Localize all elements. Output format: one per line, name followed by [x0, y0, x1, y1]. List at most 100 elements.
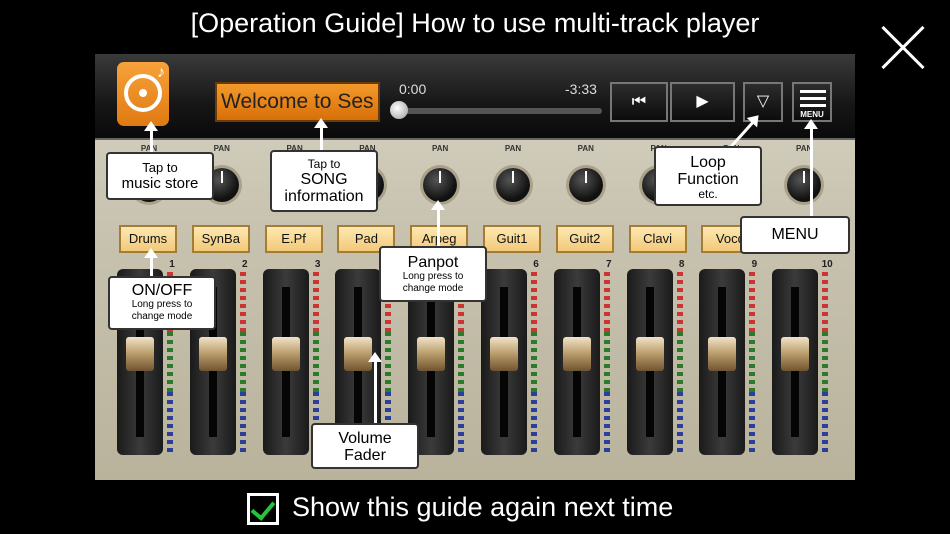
- pan-label: PAN: [577, 144, 594, 153]
- level-meter: [749, 332, 756, 392]
- level-meter: [749, 392, 756, 452]
- callout-text: change mode: [402, 283, 464, 294]
- pan-label: PAN: [432, 144, 449, 153]
- volume-fader[interactable]: [699, 269, 746, 455]
- fader-cap[interactable]: [417, 337, 446, 371]
- music-store-icon[interactable]: ♪: [117, 62, 169, 126]
- level-meter: [167, 332, 173, 392]
- seek-handle[interactable]: [390, 101, 408, 119]
- fader-cap[interactable]: [781, 337, 810, 371]
- level-meter: [603, 332, 610, 392]
- volume-fader[interactable]: [626, 269, 673, 455]
- level-meter: [312, 272, 319, 332]
- callout-text: Panpot: [407, 254, 459, 271]
- volume-fader[interactable]: [262, 269, 309, 455]
- level-meter: [749, 272, 756, 332]
- remaining-time: -3:33: [565, 81, 597, 97]
- seek-bar[interactable]: [397, 108, 602, 114]
- level-meter: [676, 392, 683, 452]
- menu-icon-bar: [800, 97, 826, 100]
- triangle-down-icon: ▽: [756, 93, 770, 110]
- skip-back-icon: ⏮: [631, 93, 647, 110]
- level-meter: [385, 332, 392, 392]
- panpot-knob[interactable]: [787, 168, 822, 202]
- callout-music-store: Tap to music store: [106, 152, 214, 200]
- menu-button[interactable]: MENU: [792, 82, 832, 122]
- callout-text: SONG: [300, 171, 348, 188]
- level-meter: [676, 332, 683, 392]
- level-meter: [822, 332, 829, 392]
- callout-text: Volume: [338, 430, 392, 447]
- rewind-button[interactable]: ⏮: [610, 82, 668, 122]
- play-button[interactable]: ▶: [670, 82, 735, 122]
- callout-volume-fader: Volume Fader: [311, 423, 419, 469]
- level-meter: [676, 272, 683, 332]
- fader-cap[interactable]: [271, 337, 300, 371]
- callout-loop-function: Loop Function etc.: [654, 146, 762, 206]
- arrow-icon: [144, 121, 158, 153]
- level-meter: [239, 392, 246, 452]
- level-meter: [531, 332, 537, 392]
- panpot-knob[interactable]: [568, 168, 603, 202]
- pan-label: PAN: [504, 144, 522, 153]
- menu-icon-bar: [800, 104, 826, 107]
- fader-cap[interactable]: [490, 337, 518, 371]
- callout-song-info: Tap to SONG information: [270, 150, 378, 212]
- callout-on-off: ON/OFF Long press to change mode: [108, 276, 216, 330]
- callout-text: information: [284, 188, 364, 205]
- fader-cap[interactable]: [635, 337, 664, 371]
- callout-text: music store: [121, 175, 199, 192]
- arrow-icon: [314, 118, 328, 151]
- pan-label: PAN: [796, 144, 813, 153]
- callout-text: Long press to: [131, 299, 193, 310]
- callout-text: MENU: [771, 226, 819, 243]
- arrow-icon: [804, 119, 818, 217]
- callout-text: Tap to: [307, 157, 341, 171]
- arrow-icon: [368, 352, 382, 424]
- callout-text: Tap to: [142, 160, 178, 175]
- fader-cap[interactable]: [562, 337, 591, 371]
- transport-bar: ♪ Welcome to Ses 0:00 -3:33 ⏮ ▶ ▽ MENU: [95, 54, 855, 140]
- level-meter: [822, 392, 829, 452]
- channel-onoff-button[interactable]: Clavi: [628, 225, 687, 253]
- show-guide-label[interactable]: Show this guide again next time: [292, 492, 673, 523]
- callout-text: Long press to: [402, 271, 464, 282]
- close-icon[interactable]: [880, 25, 926, 71]
- channel-onoff-button[interactable]: Guit1: [483, 225, 541, 253]
- level-meter: [239, 272, 246, 332]
- callout-text: etc.: [698, 187, 718, 201]
- volume-fader[interactable]: [553, 269, 600, 455]
- level-meter: [531, 272, 537, 332]
- callout-panpot: Panpot Long press to change mode: [379, 246, 487, 302]
- arrow-icon: [144, 248, 158, 278]
- level-meter: [167, 392, 173, 452]
- fader-cap[interactable]: [708, 337, 737, 371]
- level-meter: [822, 272, 829, 332]
- show-guide-checkbox[interactable]: [247, 493, 279, 525]
- level-meter: [239, 332, 246, 392]
- level-meter: [458, 332, 465, 392]
- music-note-icon: ♪: [157, 64, 165, 81]
- volume-fader[interactable]: [772, 269, 819, 455]
- channel-onoff-button[interactable]: E.Pf: [264, 225, 323, 253]
- song-info-display[interactable]: Welcome to Ses: [215, 82, 380, 122]
- callout-text: ON/OFF: [131, 282, 193, 299]
- panpot-knob[interactable]: [496, 168, 530, 202]
- elapsed-time: 0:00: [399, 81, 427, 97]
- callout-text: Function: [677, 171, 739, 188]
- panpot-knob[interactable]: [423, 168, 458, 202]
- arrow-icon: [431, 200, 445, 248]
- play-icon: ▶: [696, 93, 709, 110]
- volume-fader[interactable]: [481, 269, 527, 455]
- callout-menu: MENU: [740, 216, 850, 254]
- channel-onoff-button[interactable]: Guit2: [555, 225, 614, 253]
- level-meter: [603, 392, 610, 452]
- level-meter: [531, 392, 537, 452]
- callout-text: Loop: [690, 154, 726, 171]
- callout-text: Fader: [344, 447, 386, 464]
- guide-title: [Operation Guide] How to use multi-track…: [190, 8, 760, 38]
- fader-cap[interactable]: [126, 337, 154, 371]
- level-meter: [458, 392, 465, 452]
- channel-onoff-button[interactable]: SynBa: [191, 225, 250, 253]
- fader-cap[interactable]: [198, 337, 227, 371]
